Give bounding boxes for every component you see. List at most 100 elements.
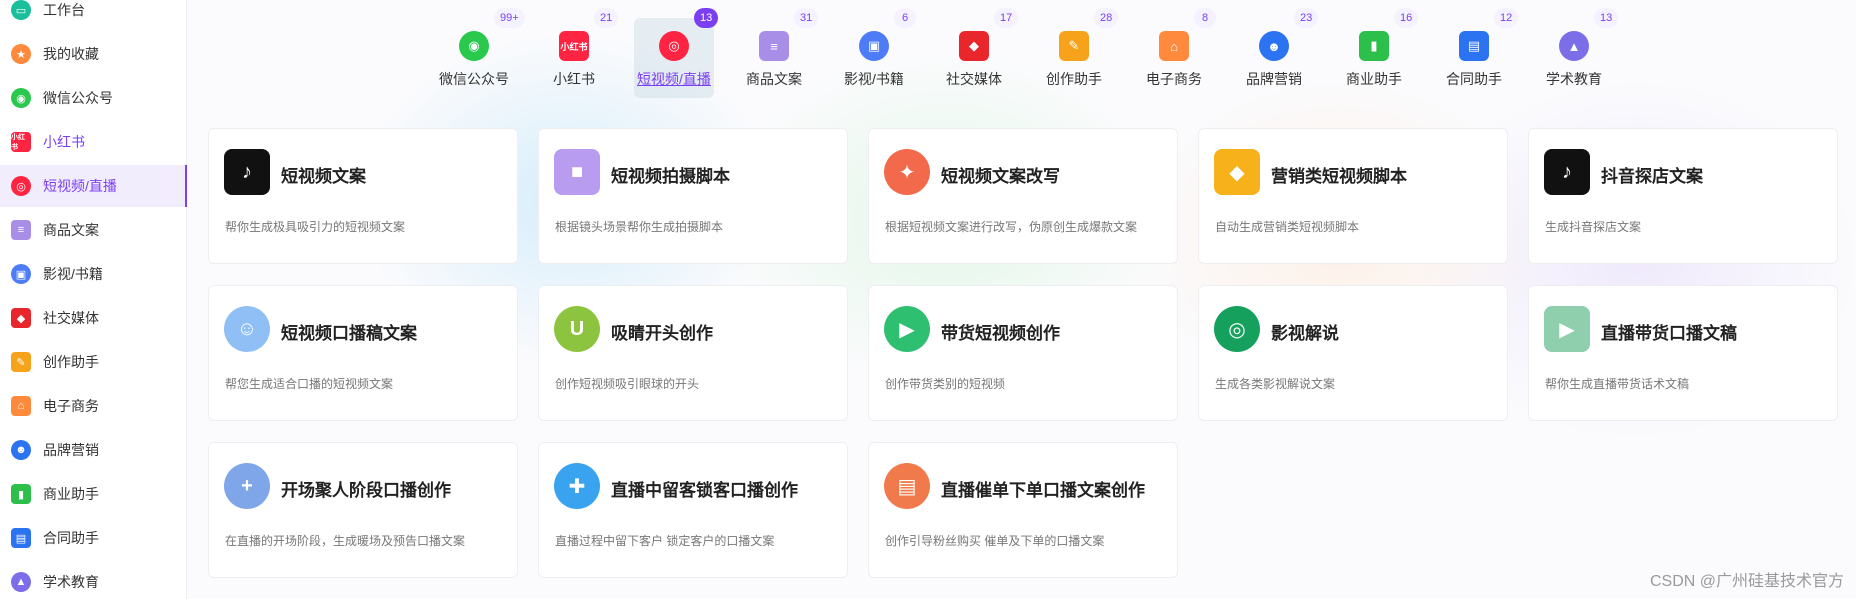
card-title: 短视频文案 bbox=[281, 167, 366, 186]
sidebar-item-product-copy[interactable]: ≡ 商品文案 bbox=[0, 209, 187, 251]
sidebar-item-education[interactable]: ▲ 学术教育 bbox=[0, 561, 187, 603]
category-tab-short-video[interactable]: 13 ◎ 短视频/直播 bbox=[634, 8, 719, 98]
contract-icon: ▤ bbox=[11, 528, 31, 548]
tool-card-order-urging[interactable]: ▤ 直播催单下单口播文案创作 创作引导粉丝购买 催单及下单的口播文案 bbox=[868, 442, 1178, 578]
category-tab-social-media[interactable]: 17 ◆ 社交媒体 bbox=[934, 8, 1019, 98]
tool-card-sales-video[interactable]: ▶ 带货短视频创作 创作带货类别的短视频 bbox=[868, 285, 1178, 421]
category-label: 电子商务 bbox=[1146, 71, 1202, 87]
category-label: 小红书 bbox=[553, 71, 595, 87]
count-badge: 99+ bbox=[494, 8, 525, 28]
category-label: 品牌营销 bbox=[1246, 71, 1302, 87]
card-description: 根据短视频文案进行改写，伪原创生成爆款文案 bbox=[885, 220, 1138, 234]
product-box-icon: ≡ bbox=[11, 220, 31, 240]
card-description: 自动生成营销类短视频脚本 bbox=[1215, 220, 1360, 234]
sidebar-item-writing-assistant[interactable]: ✎ 创作助手 bbox=[0, 341, 187, 383]
sidebar-item-ecommerce[interactable]: ⌂ 电子商务 bbox=[0, 385, 187, 427]
card-title: 抖音探店文案 bbox=[1601, 167, 1703, 186]
count-badge: 13 bbox=[694, 8, 719, 28]
category-tab-wechat[interactable]: 99+ ◉ 微信公众号 bbox=[434, 8, 525, 98]
sidebar-item-workbench[interactable]: ▭ 工作台 bbox=[0, 0, 187, 31]
sidebar-item-brand-marketing[interactable]: ☻ 品牌营销 bbox=[0, 429, 187, 471]
main-content: 99+ ◉ 微信公众号 21 小红书 小红书 13 ◎ 短视频/直播 31 ≡ … bbox=[187, 0, 1856, 599]
category-tab-contract-assistant[interactable]: 12 ▤ 合同助手 bbox=[1434, 8, 1519, 98]
tool-card-opening-crowd[interactable]: + 开场聚人阶段口播创作 在直播的开场阶段，生成暖场及预告口播文案 bbox=[208, 442, 518, 578]
sidebar-item-label: 工作台 bbox=[43, 2, 85, 18]
sidebar: ▭ 工作台 ★ 我的收藏 ◉ 微信公众号 小红书 小红书 ◎ 短视频/直播 ≡ … bbox=[0, 0, 187, 599]
category-label: 微信公众号 bbox=[439, 71, 509, 87]
card-description: 创作引导粉丝购买 催单及下单的口播文案 bbox=[885, 534, 1105, 548]
count-badge: 16 bbox=[1394, 8, 1419, 28]
count-badge: 21 bbox=[594, 8, 619, 28]
tool-card-shooting-script[interactable]: ■ 短视频拍摄脚本 根据镜头场景帮你生成拍摄脚本 bbox=[538, 128, 848, 264]
tool-card-livestream-script[interactable]: ▶ 直播带货口播文稿 帮你生成直播带货话术文稿 bbox=[1528, 285, 1838, 421]
category-tab-writing-assistant[interactable]: 28 ✎ 创作助手 bbox=[1034, 8, 1119, 98]
tool-card-short-video-copy[interactable]: ♪ 短视频文案 帮你生成极具吸引力的短视频文案 bbox=[208, 128, 518, 264]
sidebar-item-favorites[interactable]: ★ 我的收藏 bbox=[0, 33, 187, 75]
sidebar-item-xiaohongshu[interactable]: 小红书 小红书 bbox=[0, 121, 187, 163]
graduation-cap-icon: ▲ bbox=[11, 572, 31, 592]
sidebar-item-film-books[interactable]: ▣ 影视/书籍 bbox=[0, 253, 187, 295]
sidebar-item-social-media[interactable]: ◆ 社交媒体 bbox=[0, 297, 187, 339]
card-description: 生成各类影视解说文案 bbox=[1215, 377, 1336, 391]
shopping-bag-icon: ▶ bbox=[884, 306, 930, 352]
card-description: 直播过程中留下客户 锁定客户的口播文案 bbox=[555, 534, 775, 548]
xiaohongshu-icon: 小红书 bbox=[559, 31, 589, 61]
shop-icon: ⌂ bbox=[1159, 31, 1189, 61]
category-label: 社交媒体 bbox=[946, 71, 1002, 87]
tool-card-marketing-script[interactable]: ◆ 营销类短视频脚本 自动生成营销类短视频脚本 bbox=[1198, 128, 1508, 264]
tool-card-douyin-store-visit[interactable]: ♪ 抖音探店文案 生成抖音探店文案 bbox=[1528, 128, 1838, 264]
card-description: 在直播的开场阶段，生成暖场及预告口播文案 bbox=[225, 534, 466, 548]
cube-icon: ◆ bbox=[11, 308, 31, 328]
card-title: 直播带货口播文稿 bbox=[1601, 324, 1737, 343]
card-description: 根据镜头场景帮你生成拍摄脚本 bbox=[555, 220, 724, 234]
desktop-icon: ▭ bbox=[11, 0, 31, 20]
count-badge: 28 bbox=[1094, 8, 1119, 28]
category-tab-film-books[interactable]: 6 ▣ 影视/书籍 bbox=[834, 8, 916, 98]
video-camera-icon: ■ bbox=[554, 149, 600, 195]
film-reel-icon: ◎ bbox=[1214, 306, 1260, 352]
sidebar-item-short-video[interactable]: ◎ 短视频/直播 bbox=[0, 165, 187, 207]
count-badge: 6 bbox=[894, 8, 916, 28]
sidebar-item-label: 商业助手 bbox=[43, 486, 99, 502]
category-label: 学术教育 bbox=[1546, 71, 1602, 87]
card-title: 短视频拍摄脚本 bbox=[611, 167, 730, 186]
category-label: 短视频/直播 bbox=[637, 71, 711, 87]
card-description: 创作带货类别的短视频 bbox=[885, 377, 1006, 391]
shop-icon: ⌂ bbox=[11, 396, 31, 416]
tool-card-copy-rewrite[interactable]: ✦ 短视频文案改写 根据短视频文案进行改写，伪原创生成爆款文案 bbox=[868, 128, 1178, 264]
category-label: 商业助手 bbox=[1346, 71, 1402, 87]
tool-card-voiceover-copy[interactable]: ☺ 短视频口播稿文案 帮您生成适合口播的短视频文案 bbox=[208, 285, 518, 421]
sidebar-item-label: 社交媒体 bbox=[43, 310, 99, 326]
magnet-icon: U bbox=[554, 306, 600, 352]
sidebar-item-label: 微信公众号 bbox=[43, 90, 113, 106]
category-tab-education[interactable]: 13 ▲ 学术教育 bbox=[1534, 8, 1619, 98]
pen-note-icon: ✎ bbox=[11, 352, 31, 372]
film-reel-icon: ◎ bbox=[659, 31, 689, 61]
card-title: 短视频口播稿文案 bbox=[281, 324, 417, 343]
tv-icon: ▣ bbox=[11, 264, 31, 284]
sidebar-item-label: 商品文案 bbox=[43, 222, 99, 238]
category-label: 创作助手 bbox=[1046, 71, 1102, 87]
sidebar-item-wechat[interactable]: ◉ 微信公众号 bbox=[0, 77, 187, 119]
sidebar-item-business-assistant[interactable]: ▮ 商业助手 bbox=[0, 473, 187, 515]
card-description: 生成抖音探店文案 bbox=[1545, 220, 1642, 234]
sidebar-item-label: 学术教育 bbox=[43, 574, 99, 590]
category-tab-product-copy[interactable]: 31 ≡ 商品文案 bbox=[734, 8, 819, 98]
tool-card-catchy-opening[interactable]: U 吸睛开头创作 创作短视频吸引眼球的开头 bbox=[538, 285, 848, 421]
category-tab-ecommerce[interactable]: 8 ⌂ 电子商务 bbox=[1134, 8, 1216, 98]
xiaohongshu-icon: 小红书 bbox=[11, 132, 31, 152]
clapperboard-icon: ▶ bbox=[1544, 306, 1590, 352]
category-tab-brand-marketing[interactable]: 23 ☻ 品牌营销 bbox=[1234, 8, 1319, 98]
tool-card-retain-customers[interactable]: ✚ 直播中留客锁客口播创作 直播过程中留下客户 锁定客户的口播文案 bbox=[538, 442, 848, 578]
card-title: 营销类短视频脚本 bbox=[1271, 167, 1407, 186]
tiktok-icon: ♪ bbox=[1544, 149, 1590, 195]
category-tab-xiaohongshu[interactable]: 21 小红书 小红书 bbox=[534, 8, 619, 98]
sidebar-item-label: 创作助手 bbox=[43, 354, 99, 370]
wechat-icon: ◉ bbox=[459, 31, 489, 61]
card-title: 直播中留客锁客口播创作 bbox=[611, 481, 798, 500]
category-tab-business-assistant[interactable]: 16 ▮ 商业助手 bbox=[1334, 8, 1419, 98]
sidebar-item-contract-assistant[interactable]: ▤ 合同助手 bbox=[0, 517, 187, 559]
contract-icon: ▤ bbox=[1459, 31, 1489, 61]
tool-card-film-commentary[interactable]: ◎ 影视解说 生成各类影视解说文案 bbox=[1198, 285, 1508, 421]
cube-icon: ◆ bbox=[959, 31, 989, 61]
